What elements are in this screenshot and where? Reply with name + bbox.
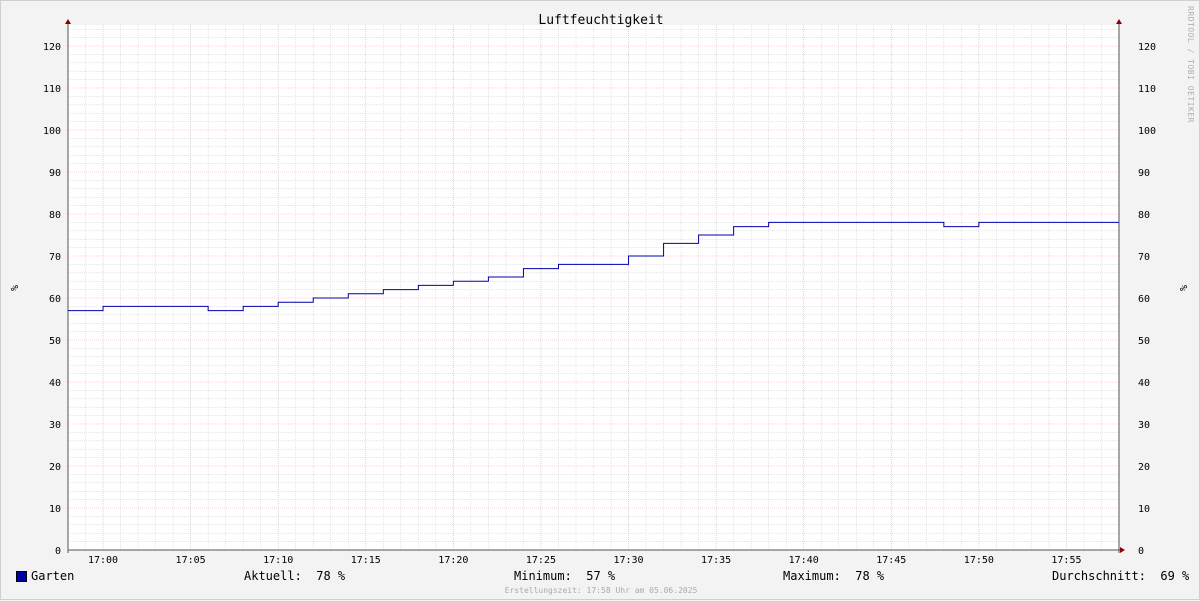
y-tick-label-left: 10 [49,504,61,515]
y-axis-arrow-right [1116,19,1122,24]
y-tick-label-left: 20 [49,462,61,473]
y-tick-label-right: 110 [1138,84,1156,95]
legend-current: Aktuell: 78 % [244,569,346,583]
y-tick-label-left: 60 [49,294,61,305]
y-tick-label-right: 30 [1138,420,1150,431]
y-tick-label-right: 10 [1138,504,1150,515]
y-axis-label-left: % [8,285,19,291]
x-axis-arrow [1120,547,1125,553]
y-tick-label-left: 0 [55,546,61,557]
x-tick-label: 17:00 [88,555,118,566]
y-tick-label-right: 40 [1138,378,1150,389]
y-tick-label-left: 70 [49,252,61,263]
line-chart: 0 0 10 10 20 20 30 30 40 40 50 50 60 60 70 70 80 80 90 90 10… [8,13,1188,566]
x-tick-label: 17:40 [789,555,819,566]
y-tick-label-left: 30 [49,420,61,431]
x-tick-label: 17:20 [438,555,468,566]
y-tick-label-left: 100 [43,126,61,137]
y-tick-label-right: 90 [1138,168,1150,179]
x-tick-label: 17:35 [701,555,731,566]
chart-title: Luftfeuchtigkeit [538,13,663,28]
chart-frame: 0 0 10 10 20 20 30 30 40 40 50 50 60 60 70 70 80 80 90 90 10… [0,0,1200,600]
legend: Garten Aktuell: 78 % Minimum: 57 % Maxim… [1,569,1200,585]
legend-average: Durchschnitt: 69 % [1052,569,1190,583]
x-tick-label: 17:45 [876,555,906,566]
y-tick-label-left: 110 [43,84,61,95]
creation-time-footer: Erstellungszeit: 17:58 Uhr am 05.06.2025 [504,586,698,595]
y-tick-label-right: 120 [1138,42,1156,53]
y-tick-label-right: 20 [1138,462,1150,473]
y-tick-label-left: 50 [49,336,61,347]
x-tick-label: 17:50 [964,555,994,566]
y-tick-label-left: 40 [49,378,61,389]
y-tick-label-left: 90 [49,168,61,179]
x-tick-label: 17:55 [1051,555,1081,566]
y-axis-arrow-left [65,19,71,24]
y-tick-label-right: 100 [1138,126,1156,137]
y-tick-label-right: 50 [1138,336,1150,347]
legend-series-name: Garten [31,569,75,583]
x-tick-label: 17:10 [263,555,293,566]
y-axis-label-right: % [1177,285,1188,291]
x-tick-label: 17:15 [351,555,381,566]
y-tick-label-right: 70 [1138,252,1150,263]
y-tick-label-left: 120 [43,42,61,53]
grid [67,25,1120,551]
x-tick-label: 17:25 [526,555,556,566]
x-tick-label: 17:30 [613,555,643,566]
watermark: RRDTOOL / TOBI OETIKER [1186,6,1195,123]
y-tick-label-right: 80 [1138,210,1150,221]
y-tick-label-right: 60 [1138,294,1150,305]
y-tick-label-right: 0 [1138,546,1144,557]
legend-maximum: Maximum: 78 % [783,569,885,583]
legend-minimum: Minimum: 57 % [514,569,616,583]
x-tick-label: 17:05 [176,555,206,566]
legend-swatch-garten [16,571,27,582]
y-tick-label-left: 80 [49,210,61,221]
